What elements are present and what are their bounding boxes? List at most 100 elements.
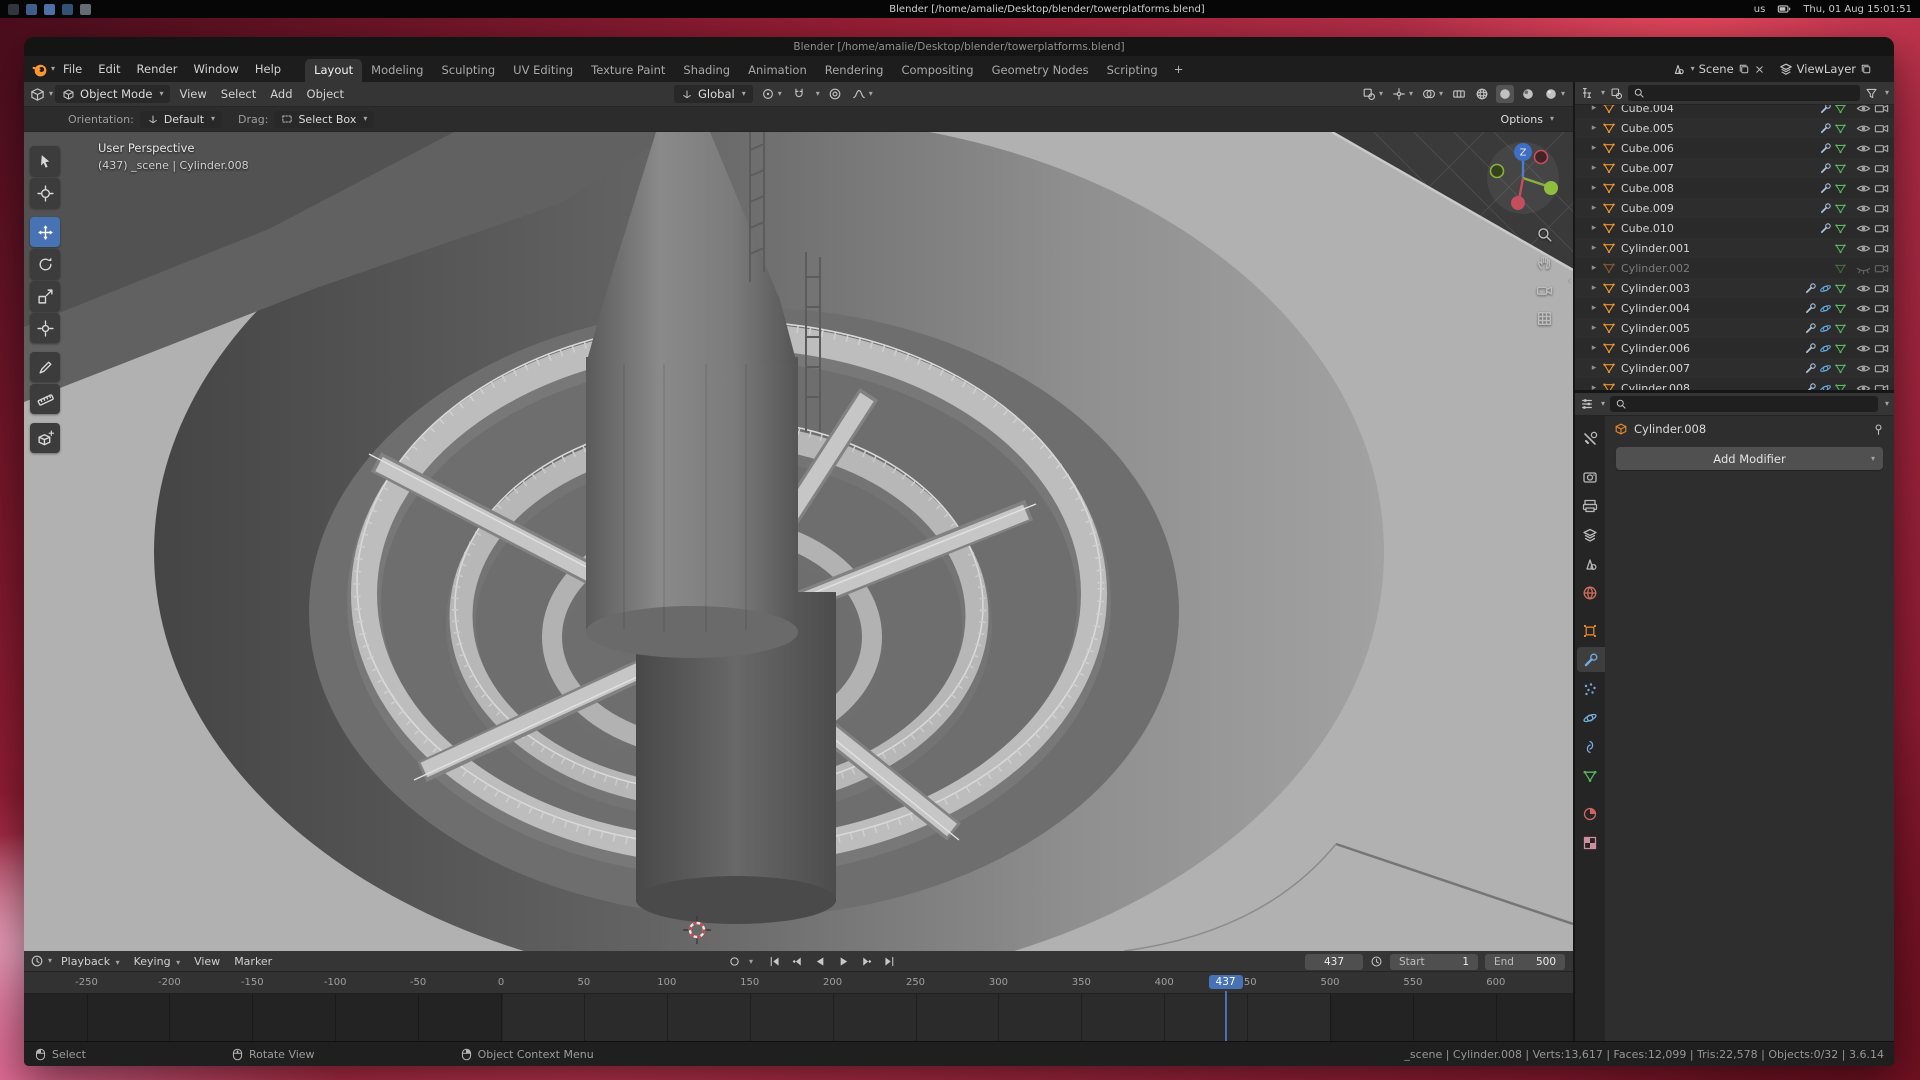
keying-dropdown[interactable]: ▾ xyxy=(749,958,753,966)
taskbar-app-icon[interactable] xyxy=(62,4,73,15)
prev-keyframe-button[interactable] xyxy=(787,954,807,970)
editor-type-icon[interactable] xyxy=(30,87,45,102)
camera-icon[interactable] xyxy=(1874,105,1889,116)
outliner-item-cylinder-004[interactable]: ▸Cylinder.004 xyxy=(1575,298,1894,318)
frame-end-field[interactable]: End 500 xyxy=(1485,954,1565,970)
view-layer-selector[interactable]: ViewLayer xyxy=(1779,62,1872,76)
disclosure-icon[interactable]: ▸ xyxy=(1589,283,1599,293)
menu-file[interactable]: File xyxy=(55,59,90,79)
disclosure-icon[interactable]: ▸ xyxy=(1589,163,1599,173)
timeline-tracks[interactable] xyxy=(24,994,1573,1041)
properties-tab-particles[interactable] xyxy=(1577,676,1603,701)
preview-range-toggle-icon[interactable] xyxy=(1370,955,1383,968)
viewport-canvas[interactable]: User Perspective (437) _scene | Cylinder… xyxy=(24,132,1573,951)
playhead-line[interactable] xyxy=(1225,991,1227,1041)
outliner-item-cylinder-007[interactable]: ▸Cylinder.007 xyxy=(1575,358,1894,378)
outliner-item-cylinder-008[interactable]: ▸Cylinder.008 xyxy=(1575,378,1894,390)
workspace-tab-rendering[interactable]: Rendering xyxy=(816,59,893,82)
outliner-item-cube-010[interactable]: ▸Cube.010 xyxy=(1575,218,1894,238)
properties-tab-scene[interactable] xyxy=(1577,551,1603,576)
new-scene-icon[interactable] xyxy=(1738,63,1750,75)
zoom-icon[interactable] xyxy=(1536,226,1553,243)
shading-solid-button[interactable] xyxy=(1496,85,1514,103)
camera-icon[interactable] xyxy=(1874,121,1889,136)
workspace-tab-animation[interactable]: Animation xyxy=(739,59,816,82)
eye-icon[interactable] xyxy=(1856,361,1871,376)
outliner-item-cylinder-003[interactable]: ▸Cylinder.003 xyxy=(1575,278,1894,298)
workspace-tab-compositing[interactable]: Compositing xyxy=(892,59,982,82)
camera-icon[interactable] xyxy=(1874,161,1889,176)
workspace-tab-shading[interactable]: Shading xyxy=(674,59,739,82)
camera-icon[interactable] xyxy=(1874,341,1889,356)
taskbar-app-icon[interactable] xyxy=(8,4,19,15)
eye-icon[interactable] xyxy=(1856,161,1871,176)
tool-rotate[interactable] xyxy=(30,249,60,279)
add-modifier-button[interactable]: Add Modifier ▾ xyxy=(1616,447,1883,470)
orientation-dropdown[interactable]: Global ▾ xyxy=(674,85,753,103)
tool-add-cube[interactable] xyxy=(30,423,60,453)
shading-material-button[interactable] xyxy=(1519,85,1537,103)
camera-icon[interactable] xyxy=(1874,381,1889,391)
unlink-scene-icon[interactable] xyxy=(1754,64,1765,75)
taskbar-app-icon[interactable] xyxy=(80,4,91,15)
outliner-item-cube-007[interactable]: ▸Cube.007 xyxy=(1575,158,1894,178)
timeline-menu-marker[interactable]: Marker xyxy=(227,953,279,970)
outliner-item-cube-008[interactable]: ▸Cube.008 xyxy=(1575,178,1894,198)
camera-icon[interactable] xyxy=(1874,321,1889,336)
eye-icon[interactable] xyxy=(1856,181,1871,196)
tool-annotate[interactable] xyxy=(30,352,60,382)
taskbar-app-icon[interactable] xyxy=(26,4,37,15)
properties-tab-object-data[interactable] xyxy=(1577,763,1603,788)
eye-icon[interactable] xyxy=(1856,381,1871,391)
window-title-bar[interactable]: Blender [/home/amalie/Desktop/blender/to… xyxy=(24,37,1894,56)
viewport-menu-object[interactable]: Object xyxy=(300,84,351,104)
outliner-item-cylinder-001[interactable]: ▸Cylinder.001 xyxy=(1575,238,1894,258)
properties-tab-constraints[interactable] xyxy=(1577,734,1603,759)
play-button[interactable] xyxy=(833,954,853,970)
frame-start-field[interactable]: Start 1 xyxy=(1390,954,1478,970)
camera-icon[interactable] xyxy=(1874,141,1889,156)
camera-icon[interactable] xyxy=(1874,301,1889,316)
camera-icon[interactable] xyxy=(1874,361,1889,376)
overlays-dropdown[interactable]: ▾ xyxy=(1420,85,1445,103)
properties-tab-object[interactable] xyxy=(1577,618,1603,643)
navigation-gizmo[interactable]: Z xyxy=(1485,140,1561,216)
eye-closed-icon[interactable] xyxy=(1856,261,1871,276)
properties-filter-dropdown[interactable]: ▾ xyxy=(1885,400,1889,408)
timeline-menu-playback[interactable]: Playback ▾ xyxy=(54,953,127,970)
pan-hand-icon[interactable] xyxy=(1536,254,1553,271)
shading-rendered-button[interactable]: ▾ xyxy=(1542,85,1567,103)
add-workspace-button[interactable]: + xyxy=(1167,59,1191,79)
editor-type-icon[interactable] xyxy=(30,954,44,968)
properties-tab-output[interactable] xyxy=(1577,493,1603,518)
workspace-tab-texture-paint[interactable]: Texture Paint xyxy=(582,59,674,82)
scene-selector[interactable]: ▾ Scene xyxy=(1671,62,1765,76)
properties-search-input[interactable] xyxy=(1610,396,1878,412)
disclosure-icon[interactable]: ▸ xyxy=(1589,203,1599,213)
menu-edit[interactable]: Edit xyxy=(90,59,128,79)
workspace-tab-layout[interactable]: Layout xyxy=(305,59,362,82)
camera-icon[interactable] xyxy=(1874,181,1889,196)
taskbar-app-icons[interactable] xyxy=(8,4,91,15)
tool-move[interactable] xyxy=(30,217,60,247)
eye-icon[interactable] xyxy=(1856,105,1871,116)
eye-icon[interactable] xyxy=(1856,321,1871,336)
disclosure-icon[interactable]: ▸ xyxy=(1589,263,1599,273)
axis-x-ball[interactable] xyxy=(1511,196,1525,210)
orthographic-toggle-icon[interactable] xyxy=(1536,310,1553,327)
eye-icon[interactable] xyxy=(1856,281,1871,296)
timeline-menu-keying[interactable]: Keying ▾ xyxy=(127,953,187,970)
play-reverse-button[interactable] xyxy=(810,954,830,970)
display-mode-icon[interactable] xyxy=(1610,87,1623,100)
disclosure-icon[interactable]: ▸ xyxy=(1589,343,1599,353)
outliner-item-cylinder-005[interactable]: ▸Cylinder.005 xyxy=(1575,318,1894,338)
jump-start-button[interactable] xyxy=(764,954,784,970)
blender-logo-icon[interactable] xyxy=(32,61,49,78)
outliner-item-cylinder-006[interactable]: ▸Cylinder.006 xyxy=(1575,338,1894,358)
eye-icon[interactable] xyxy=(1856,301,1871,316)
system-clock[interactable]: Thu, 01 Aug 15:01:51 xyxy=(1803,4,1912,15)
new-view-layer-icon[interactable] xyxy=(1860,63,1872,75)
workspace-tab-uv-editing[interactable]: UV Editing xyxy=(504,59,582,82)
properties-tab-view-layer[interactable] xyxy=(1577,522,1603,547)
taskbar-app-icon[interactable] xyxy=(44,4,55,15)
